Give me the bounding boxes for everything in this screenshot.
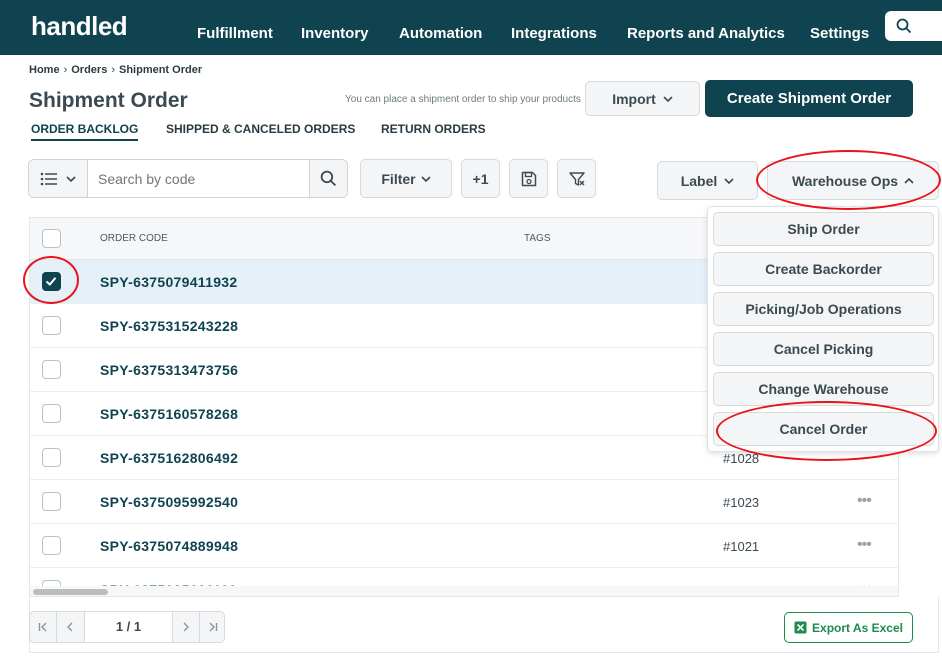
table-row[interactable]: SPY-6375095992540 #1023 ••• <box>30 480 898 524</box>
nav-integrations[interactable]: Integrations <box>511 25 597 42</box>
highlight-ring-warehouse-ops <box>756 150 941 210</box>
chevron-down-icon <box>663 95 673 102</box>
nav-inventory[interactable]: Inventory <box>301 25 369 42</box>
breadcrumb: Home › Orders › Shipment Order <box>29 64 202 76</box>
breadcrumb-separator: › <box>63 64 68 76</box>
order-number: #1021 <box>723 539 760 554</box>
menu-item-create-backorder[interactable]: Create Backorder <box>713 252 934 286</box>
search-by-code-input[interactable] <box>89 160 309 197</box>
row-checkbox[interactable] <box>42 492 61 511</box>
tab-return-orders[interactable]: RETURN ORDERS <box>381 122 486 136</box>
page-title: Shipment Order <box>29 89 188 112</box>
row-checkbox[interactable] <box>42 404 61 423</box>
table-row[interactable]: SPY-6375074889948 #1021 ••• <box>30 524 898 568</box>
import-button[interactable]: Import <box>585 81 700 116</box>
import-button-label: Import <box>612 90 656 107</box>
excel-icon <box>794 621 807 634</box>
search-button[interactable] <box>309 160 347 197</box>
horizontal-scrollbar[interactable] <box>30 586 898 596</box>
column-header-order-code[interactable]: ORDER CODE <box>100 233 168 244</box>
filter-clear-icon <box>568 171 585 186</box>
menu-item-cancel-picking[interactable]: Cancel Picking <box>713 332 934 366</box>
last-page-icon <box>209 622 218 632</box>
nav-settings[interactable]: Settings <box>810 25 869 42</box>
tab-order-backlog[interactable]: ORDER BACKLOG <box>31 122 139 141</box>
global-search-input[interactable] <box>885 11 942 41</box>
row-checkbox[interactable] <box>42 536 61 555</box>
order-code-link[interactable]: SPY-6375079411932 <box>100 274 237 290</box>
page-number-input[interactable]: 1 / 1 <box>84 611 173 643</box>
label-button-label: Label <box>680 172 718 189</box>
nav-automation[interactable]: Automation <box>399 25 482 42</box>
export-as-excel-button[interactable]: Export As Excel <box>784 612 913 643</box>
highlight-ring-cancel-order <box>716 401 937 461</box>
search-group <box>28 159 348 198</box>
breadcrumb-separator: › <box>111 64 115 76</box>
order-code-link[interactable]: SPY-6375160578268 <box>100 406 238 422</box>
search-icon <box>896 18 912 34</box>
nav-reports-and-analytics[interactable]: Reports and Analytics <box>627 25 785 42</box>
chevron-down-icon <box>724 177 734 184</box>
first-page-button[interactable] <box>30 612 57 642</box>
active-filters-count-button[interactable]: +1 <box>461 159 500 198</box>
order-number: #1023 <box>723 495 760 510</box>
page-hint: You can place a shipment order to ship y… <box>345 94 581 105</box>
handled-logo[interactable]: handled <box>31 11 128 42</box>
nav-fulfillment[interactable]: Fulfillment <box>197 25 273 42</box>
column-header-tags[interactable]: TAGS <box>524 233 550 244</box>
breadcrumb-home[interactable]: Home <box>29 64 60 76</box>
row-more-menu[interactable]: ••• <box>857 536 872 554</box>
order-code-link[interactable]: SPY-6375074889948 <box>100 538 238 554</box>
row-checkbox[interactable] <box>42 448 61 467</box>
order-code-link[interactable]: SPY-6375095992540 <box>100 494 238 510</box>
order-code-link[interactable]: SPY-6375313473756 <box>100 362 238 378</box>
filter-button-label: Filter <box>381 170 416 187</box>
breadcrumb-current: Shipment Order <box>118 64 203 76</box>
chevron-right-icon <box>183 622 189 632</box>
create-shipment-order-button[interactable]: Create Shipment Order <box>705 80 913 117</box>
row-checkbox[interactable] <box>42 316 61 335</box>
top-nav-bar: handled Fulfillment Inventory Automation… <box>0 0 942 55</box>
view-mode-dropdown[interactable] <box>29 160 88 197</box>
previous-page-button[interactable] <box>57 612 84 642</box>
chevron-left-icon <box>67 622 73 632</box>
order-code-link[interactable]: SPY-6375162806492 <box>100 450 238 466</box>
row-checkbox[interactable] <box>42 360 61 379</box>
label-dropdown-button[interactable]: Label <box>657 161 758 200</box>
clear-filter-button[interactable] <box>557 159 596 198</box>
select-all-checkbox[interactable] <box>42 229 61 248</box>
menu-item-ship-order[interactable]: Ship Order <box>713 212 934 246</box>
pagination: 1 / 1 <box>29 611 225 643</box>
breadcrumb-orders[interactable]: Orders <box>71 64 107 76</box>
save-icon <box>521 171 536 186</box>
row-more-menu[interactable]: ••• <box>857 492 872 510</box>
next-page-button[interactable] <box>173 612 199 642</box>
save-filter-button[interactable] <box>509 159 548 198</box>
search-icon <box>320 170 337 187</box>
list-icon <box>40 172 57 186</box>
export-as-excel-label: Export As Excel <box>812 620 903 635</box>
scrollbar-thumb[interactable] <box>33 589 108 595</box>
first-page-icon <box>38 622 47 632</box>
last-page-button[interactable] <box>199 612 225 642</box>
highlight-ring-checkbox <box>23 256 79 304</box>
tab-shipped-canceled-orders[interactable]: SHIPPED & CANCELED ORDERS <box>166 122 355 136</box>
chevron-down-icon <box>66 176 76 183</box>
chevron-down-icon <box>421 175 431 182</box>
order-code-link[interactable]: SPY-6375315243228 <box>100 318 238 334</box>
filter-button[interactable]: Filter <box>360 159 452 198</box>
menu-item-picking-job-operations[interactable]: Picking/Job Operations <box>713 292 934 326</box>
